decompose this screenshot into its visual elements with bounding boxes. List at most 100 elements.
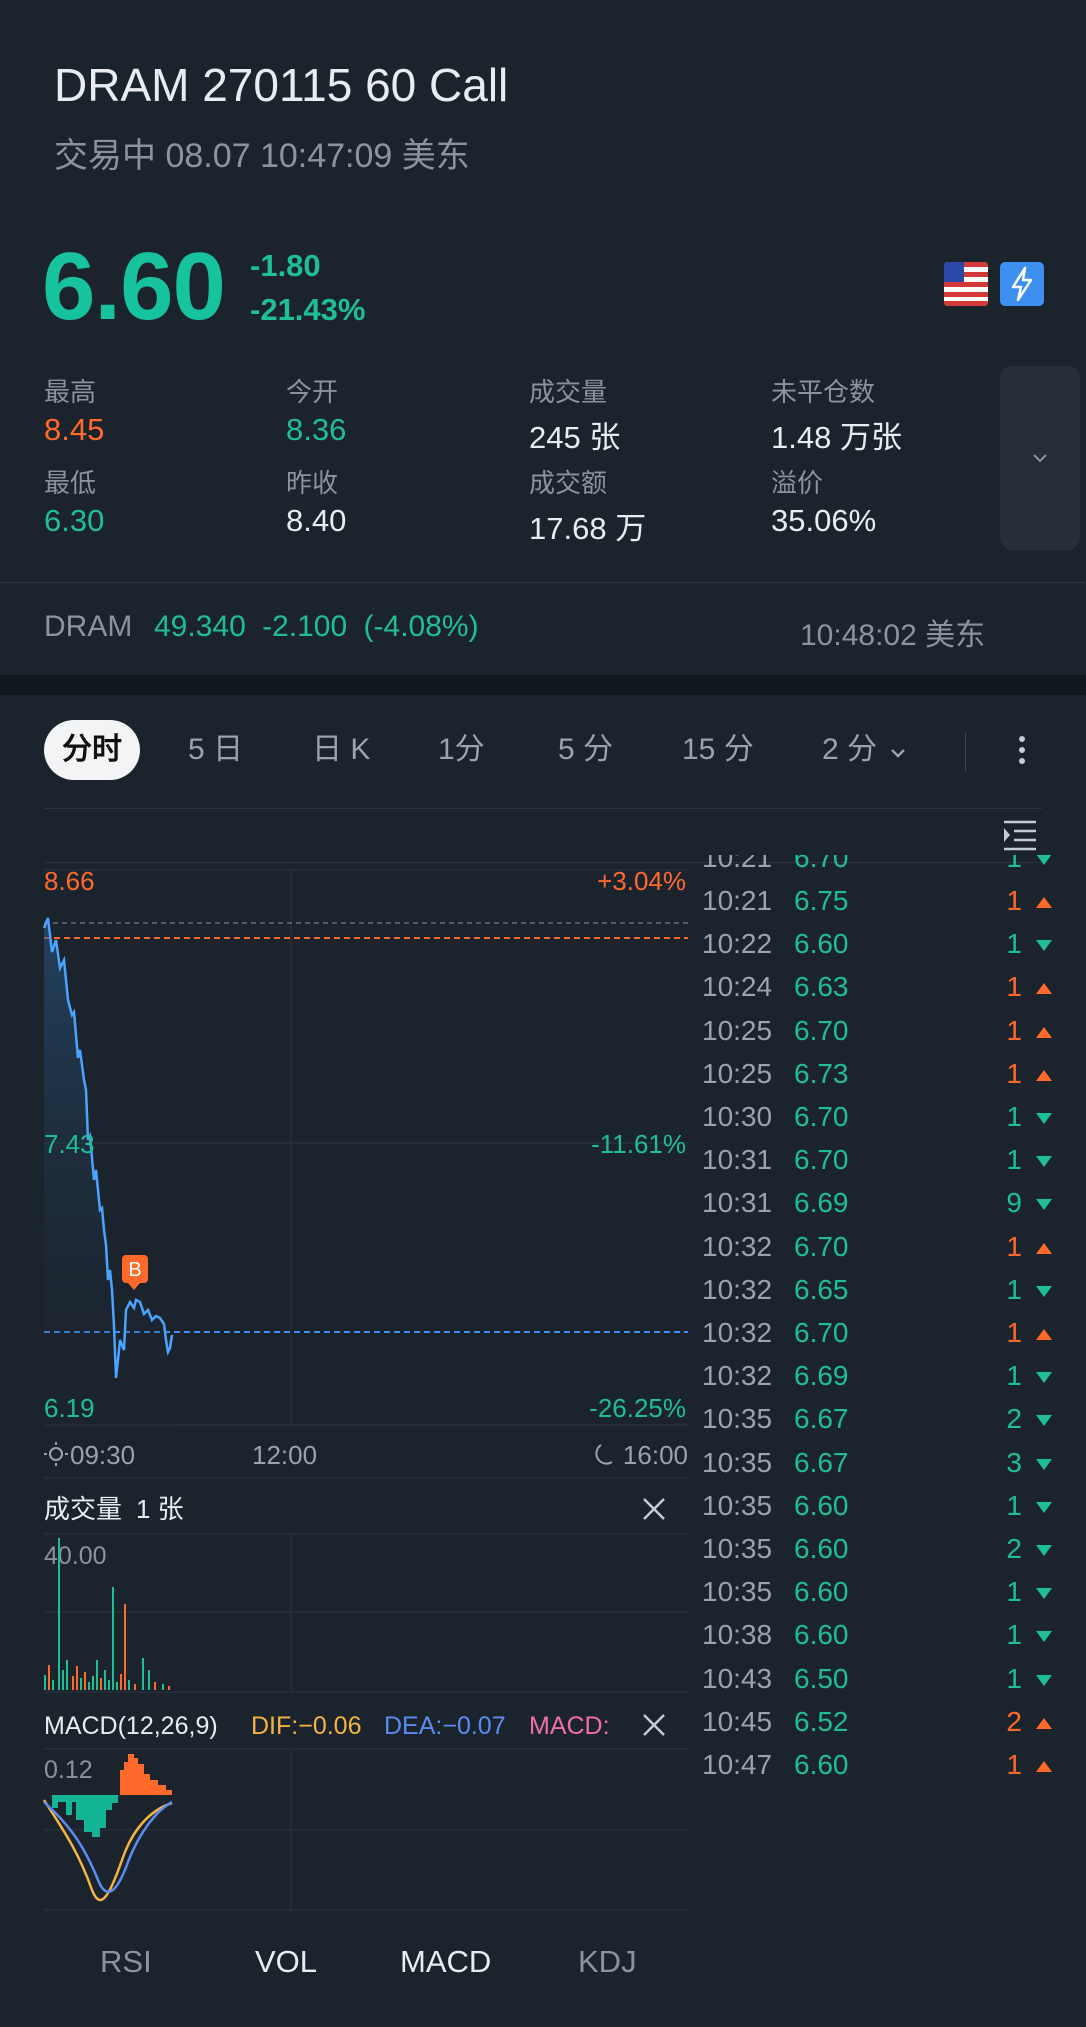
stat-value: 17.68 万 <box>529 511 647 546</box>
list-item: 10:30 6.70 1 <box>702 1101 1052 1144</box>
tick-time: 10:24 <box>702 971 773 1003</box>
tick-time: 10:31 <box>702 1144 773 1176</box>
trading-status: 交易中 08.07 10:47:09 美东 <box>54 137 470 175</box>
section-separator <box>0 675 1086 695</box>
arrow-up-icon <box>1036 1761 1052 1772</box>
tab-5min[interactable]: 5 分 <box>558 720 613 780</box>
expand-stats-button[interactable] <box>1000 366 1080 550</box>
divider <box>44 808 1042 809</box>
tab-1min[interactable]: 1分 <box>438 720 485 780</box>
tab-daily[interactable]: 日 K <box>312 720 370 780</box>
arrow-down-icon <box>1036 1545 1052 1556</box>
tick-price: 6.65 <box>794 1273 849 1305</box>
arrow-down-icon <box>1036 1415 1052 1427</box>
list-item: 10:24 6.63 1 <box>702 971 1052 1014</box>
change-percent: -21.43% <box>250 292 366 327</box>
tab-5day[interactable]: 5 日 <box>188 720 243 780</box>
us-flag-icon <box>944 262 988 306</box>
tab-rsi[interactable]: RSI <box>100 1944 152 1980</box>
tick-price: 6.60 <box>794 1576 849 1608</box>
arrow-up-icon <box>1036 983 1052 995</box>
stat-value: 8.40 <box>286 503 347 538</box>
tick-list-toggle-icon[interactable] <box>1000 818 1040 854</box>
stat-value: 35.06% <box>771 503 877 538</box>
stat-value: 245 张 <box>529 420 621 455</box>
more-icon[interactable] <box>1010 720 1034 780</box>
tick-volume: 1 <box>1006 1489 1022 1521</box>
arrow-up-icon <box>1036 1717 1052 1729</box>
tick-list[interactable]: 10:21 6.70 1 10:21 6.75 1 10:22 6.60 1 10:24 6.63… <box>0 855 1086 1795</box>
tick-price: 6.69 <box>794 1360 849 1392</box>
chevron-down-icon <box>891 749 906 758</box>
tick-price: 6.70 <box>794 1230 849 1262</box>
list-item: 10:35 6.60 1 <box>702 1490 1052 1533</box>
tick-price: 6.60 <box>794 1749 849 1780</box>
tick-time: 10:35 <box>702 1489 773 1521</box>
tick-price: 6.52 <box>794 1705 849 1737</box>
list-item: 10:35 6.60 1 <box>702 1576 1052 1619</box>
tick-price: 6.70 <box>794 1014 849 1046</box>
tick-price: 6.60 <box>794 1533 849 1564</box>
tick-price: 6.63 <box>794 971 849 1003</box>
list-item: 10:32 6.70 1 <box>702 1231 1052 1274</box>
tick-time: 10:31 <box>702 1187 773 1219</box>
list-item: 10:21 6.70 1 <box>702 855 1052 885</box>
list-item: 10:31 6.69 9 <box>702 1187 1052 1230</box>
tab-15min[interactable]: 15 分 <box>682 720 754 780</box>
tick-time: 10:30 <box>702 1101 773 1132</box>
tick-price: 6.60 <box>794 928 849 960</box>
arrow-down-icon <box>1036 1501 1052 1513</box>
stat-label: 成交量 <box>529 377 608 407</box>
arrow-up-icon <box>1036 1069 1052 1081</box>
tick-time: 10:32 <box>702 1273 773 1305</box>
tab-macd[interactable]: MACD <box>400 1944 491 1980</box>
underlying-row[interactable]: DRAM <box>44 610 132 644</box>
tab-vol[interactable]: VOL <box>255 1944 317 1980</box>
arrow-up-icon <box>1036 1242 1052 1254</box>
lightning-icon[interactable] <box>1000 262 1044 306</box>
arrow-down-icon <box>1036 1199 1052 1211</box>
tick-time: 10:32 <box>702 1360 773 1392</box>
list-item: 10:35 6.67 2 <box>702 1403 1052 1446</box>
tick-price: 6.69 <box>794 1187 849 1219</box>
list-item: 10:35 6.67 3 <box>702 1447 1052 1490</box>
stat-value: 6.30 <box>44 503 105 538</box>
list-item: 10:25 6.70 1 <box>702 1015 1052 1058</box>
last-price: 6.60 <box>42 233 226 340</box>
arrow-down-icon <box>1036 1588 1052 1600</box>
tick-time: 10:21 <box>702 885 773 916</box>
page-title: DRAM 270115 60 Call <box>54 59 509 111</box>
macd-dea-line <box>43 1800 173 1893</box>
tick-price: 6.70 <box>794 1101 849 1132</box>
tick-volume: 9 <box>1006 1187 1022 1219</box>
tab-separator <box>965 732 966 772</box>
tick-volume: 1 <box>1006 1101 1022 1132</box>
list-item: 10:47 6.60 1 <box>702 1749 1052 1792</box>
tick-volume: 2 <box>1006 1705 1022 1737</box>
list-item: 10:38 6.60 1 <box>702 1619 1052 1662</box>
tick-time: 10:25 <box>702 1014 773 1046</box>
tick-time: 10:43 <box>702 1662 773 1694</box>
stat-value: 1.48 万张 <box>771 420 902 455</box>
tab-intraday[interactable]: 分时 <box>44 720 140 780</box>
arrow-up-icon <box>1036 897 1052 908</box>
tick-volume: 1 <box>1006 1749 1022 1780</box>
stat-label: 溢价 <box>771 468 824 498</box>
chevron-down-icon <box>1033 454 1047 463</box>
tick-volume: 1 <box>1006 1317 1022 1348</box>
list-item: 10:45 6.52 2 <box>702 1706 1052 1749</box>
stat-value: 8.45 <box>44 412 105 447</box>
tab-2min[interactable]: 2 分 <box>822 720 907 780</box>
divider <box>0 582 1086 583</box>
tick-time: 10:32 <box>702 1230 773 1262</box>
tick-volume: 2 <box>1006 1403 1022 1435</box>
list-item: 10:32 6.65 1 <box>702 1274 1052 1317</box>
tick-price: 6.73 <box>794 1057 849 1089</box>
list-item: 10:31 6.70 1 <box>702 1144 1052 1187</box>
tick-time: 10:35 <box>702 1403 773 1435</box>
tick-price: 6.67 <box>794 1446 849 1478</box>
arrow-down-icon <box>1036 1458 1052 1470</box>
list-item: 10:25 6.73 1 <box>702 1058 1052 1101</box>
tab-kdj[interactable]: KDJ <box>578 1944 637 1980</box>
tick-time: 10:38 <box>702 1619 773 1651</box>
